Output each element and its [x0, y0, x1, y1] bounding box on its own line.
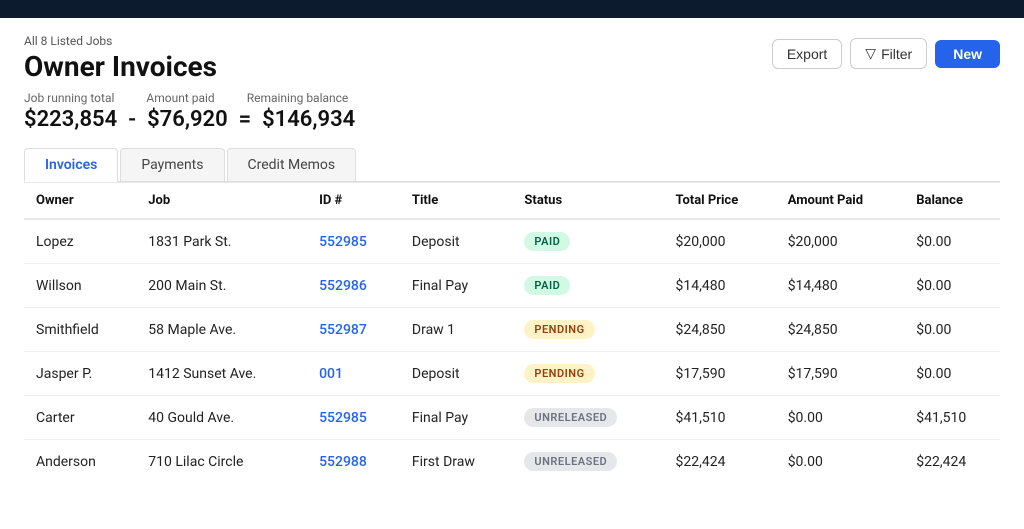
cell-title: Deposit [400, 352, 513, 396]
table-row: Willson 200 Main St. 552986 Final Pay PA… [24, 264, 1000, 308]
cell-status: PENDING [512, 352, 663, 396]
filter-label: Filter [881, 46, 912, 62]
cell-amount-paid: $0.00 [776, 396, 905, 440]
cell-owner: Lopez [24, 219, 136, 264]
tab-invoices[interactable]: Invoices [24, 148, 118, 182]
cell-amount-paid: $0.00 [776, 440, 905, 484]
cell-amount-paid: $14,480 [776, 264, 905, 308]
listed-jobs-label: All 8 Listed Jobs [24, 34, 217, 48]
new-button[interactable]: New [935, 40, 1000, 68]
summary-section: Job running total Amount paid Remaining … [24, 91, 1000, 132]
label-amount-paid: Amount paid [146, 91, 214, 105]
cell-amount-paid: $24,850 [776, 308, 905, 352]
col-balance: Balance [904, 183, 1000, 220]
cell-owner: Willson [24, 264, 136, 308]
col-amount-paid: Amount Paid [776, 183, 905, 220]
cell-id[interactable]: 552985 [307, 219, 400, 264]
filter-icon: ▽ [865, 45, 876, 62]
cell-balance: $41,510 [904, 396, 1000, 440]
cell-id[interactable]: 552985 [307, 396, 400, 440]
cell-total-price: $41,510 [664, 396, 776, 440]
header-row: All 8 Listed Jobs Owner Invoices Export … [24, 34, 1000, 83]
cell-owner: Smithfield [24, 308, 136, 352]
header-buttons: Export ▽ Filter New [772, 38, 1000, 69]
cell-balance: $22,424 [904, 440, 1000, 484]
col-total-price: Total Price [664, 183, 776, 220]
cell-amount-paid: $20,000 [776, 219, 905, 264]
new-label: New [953, 46, 982, 62]
cell-owner: Jasper P. [24, 352, 136, 396]
running-total-value: $223,854 [24, 107, 117, 132]
col-id: ID # [307, 183, 400, 220]
cell-status: UNRELEASED [512, 396, 663, 440]
table-row: Jasper P. 1412 Sunset Ave. 001 Deposit P… [24, 352, 1000, 396]
export-button[interactable]: Export [772, 39, 842, 69]
cell-title: Draw 1 [400, 308, 513, 352]
cell-id[interactable]: 552987 [307, 308, 400, 352]
table-header-row: Owner Job ID # Title Status Total Price … [24, 183, 1000, 220]
tab-credit-memos[interactable]: Credit Memos [227, 148, 357, 181]
page-title: Owner Invoices [24, 50, 217, 83]
label-running-total: Job running total [24, 91, 114, 105]
equals-sign: = [239, 107, 252, 132]
col-owner: Owner [24, 183, 136, 220]
col-title: Title [400, 183, 513, 220]
cell-id[interactable]: 552986 [307, 264, 400, 308]
cell-balance: $0.00 [904, 264, 1000, 308]
cell-balance: $0.00 [904, 352, 1000, 396]
tab-payments[interactable]: Payments [120, 148, 224, 181]
export-label: Export [787, 46, 827, 62]
cell-title: Final Pay [400, 396, 513, 440]
table-row: Lopez 1831 Park St. 552985 Deposit PAID … [24, 219, 1000, 264]
cell-job: 200 Main St. [136, 264, 307, 308]
cell-job: 58 Maple Ave. [136, 308, 307, 352]
cell-owner: Carter [24, 396, 136, 440]
table-row: Carter 40 Gould Ave. 552985 Final Pay UN… [24, 396, 1000, 440]
cell-total-price: $24,850 [664, 308, 776, 352]
summary-labels: Job running total Amount paid Remaining … [24, 91, 1000, 105]
cell-id[interactable]: 552988 [307, 440, 400, 484]
cell-balance: $0.00 [904, 308, 1000, 352]
remaining-balance-value: $146,934 [262, 107, 355, 132]
cell-job: 710 Lilac Circle [136, 440, 307, 484]
invoices-table: Owner Job ID # Title Status Total Price … [24, 182, 1000, 483]
top-bar [0, 0, 1024, 18]
cell-total-price: $20,000 [664, 219, 776, 264]
cell-job: 40 Gould Ave. [136, 396, 307, 440]
summary-values: $223,854 - $76,920 = $146,934 [24, 107, 1000, 132]
cell-job: 1412 Sunset Ave. [136, 352, 307, 396]
cell-title: Final Pay [400, 264, 513, 308]
cell-title: First Draw [400, 440, 513, 484]
cell-total-price: $14,480 [664, 264, 776, 308]
label-remaining-balance: Remaining balance [247, 91, 349, 105]
separator1: - [128, 107, 136, 132]
col-job: Job [136, 183, 307, 220]
amount-paid-value: $76,920 [147, 107, 228, 132]
filter-button[interactable]: ▽ Filter [850, 38, 927, 69]
table-row: Smithfield 58 Maple Ave. 552987 Draw 1 P… [24, 308, 1000, 352]
cell-status: PENDING [512, 308, 663, 352]
cell-status: PAID [512, 264, 663, 308]
header-left: All 8 Listed Jobs Owner Invoices [24, 34, 217, 83]
cell-total-price: $17,590 [664, 352, 776, 396]
cell-id[interactable]: 001 [307, 352, 400, 396]
table-row: Anderson 710 Lilac Circle 552988 First D… [24, 440, 1000, 484]
col-status: Status [512, 183, 663, 220]
cell-amount-paid: $17,590 [776, 352, 905, 396]
cell-status: PAID [512, 219, 663, 264]
cell-status: UNRELEASED [512, 440, 663, 484]
cell-total-price: $22,424 [664, 440, 776, 484]
cell-balance: $0.00 [904, 219, 1000, 264]
cell-owner: Anderson [24, 440, 136, 484]
cell-job: 1831 Park St. [136, 219, 307, 264]
tabs-row: Invoices Payments Credit Memos [24, 148, 1000, 182]
cell-title: Deposit [400, 219, 513, 264]
